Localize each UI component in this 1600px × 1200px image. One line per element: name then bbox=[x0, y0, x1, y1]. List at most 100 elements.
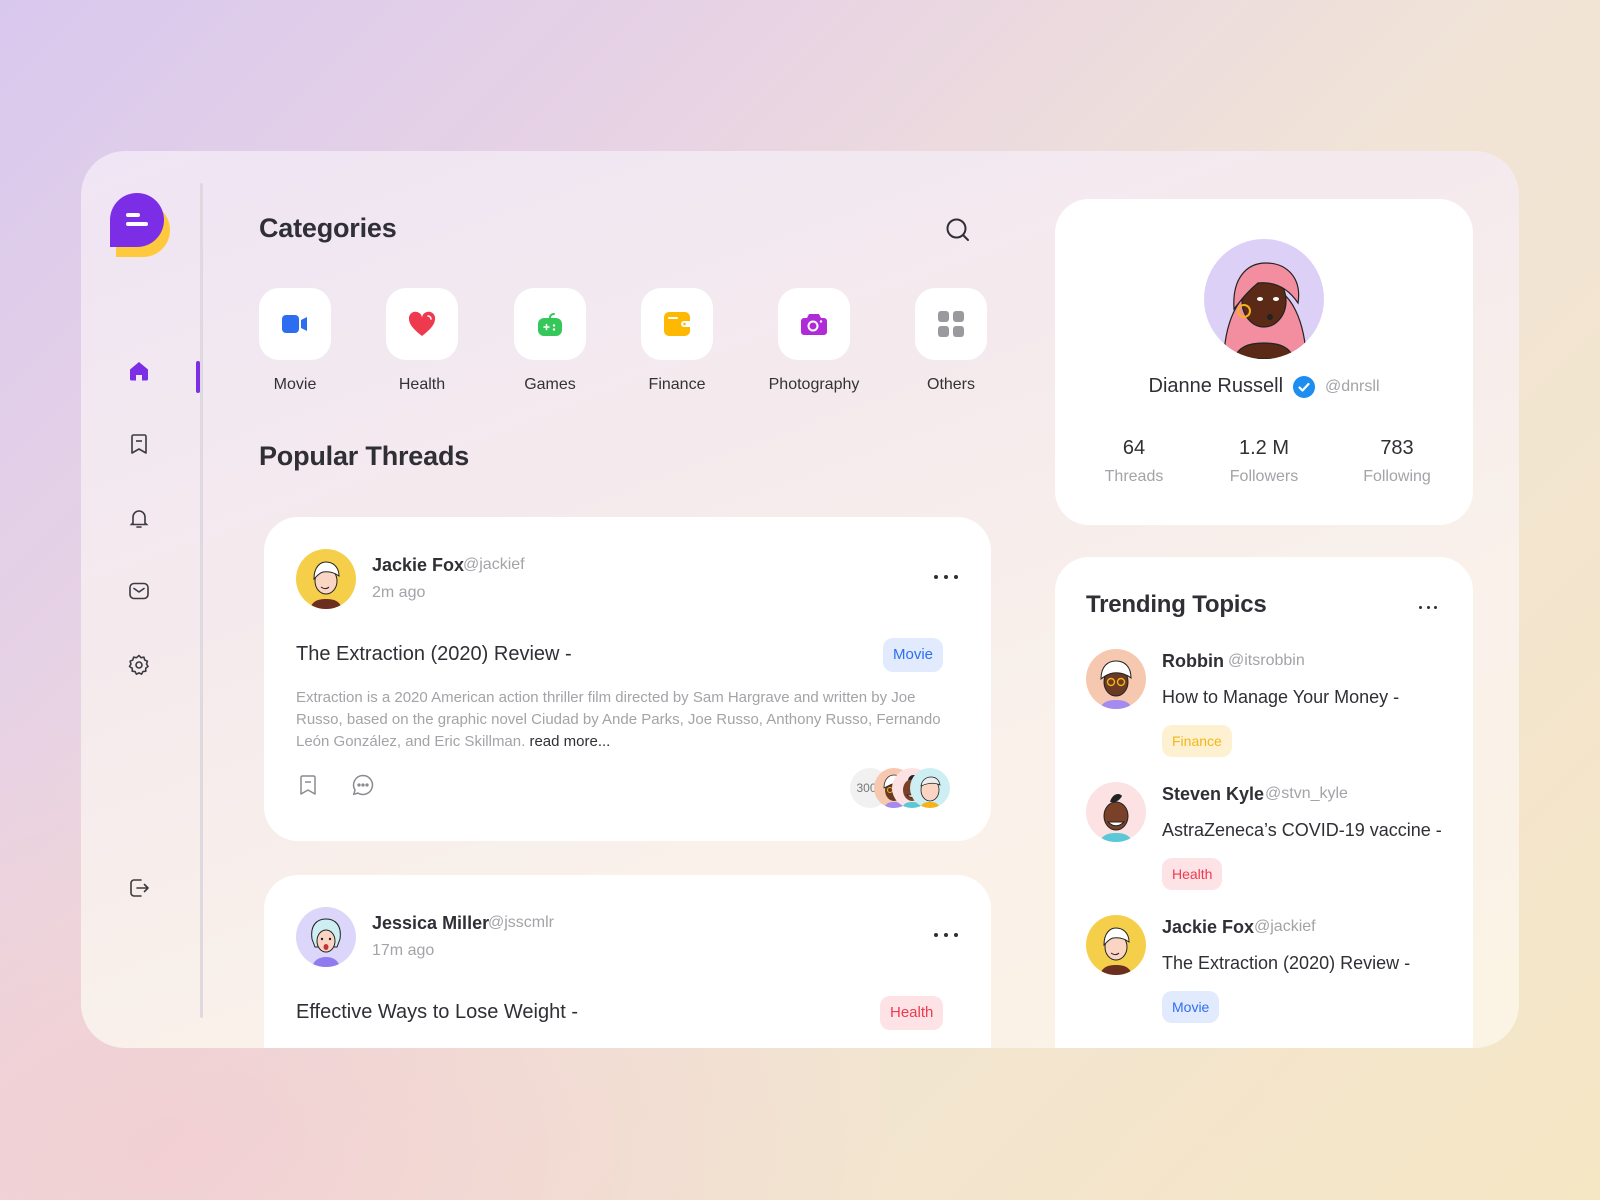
avatar[interactable] bbox=[296, 549, 356, 609]
sidebar-divider bbox=[200, 183, 203, 1018]
category-icon-box bbox=[915, 288, 987, 360]
trending-title: Trending Topics bbox=[1086, 591, 1267, 618]
post-body: Extraction is a 2020 American action thr… bbox=[296, 689, 941, 750]
author-handle: @jackief bbox=[1254, 918, 1316, 935]
author-handle: @jsscmlr bbox=[488, 914, 555, 931]
sidebar-item-messages[interactable] bbox=[125, 577, 153, 605]
category-icon-box bbox=[514, 288, 586, 360]
author-handle: @jackief bbox=[463, 556, 525, 573]
search-icon bbox=[946, 218, 969, 241]
main-content: Categories Movie Health Games Finance Ph… bbox=[259, 151, 994, 1048]
search-button[interactable] bbox=[944, 216, 972, 244]
category-label: Games bbox=[524, 376, 576, 393]
author-name[interactable]: Jessica Miller bbox=[372, 913, 489, 934]
stat-followers[interactable]: 1.2 M Followers bbox=[1204, 437, 1324, 486]
avatar-illustration bbox=[1223, 262, 1307, 359]
category-movie[interactable]: Movie bbox=[259, 288, 331, 393]
category-label: Photography bbox=[768, 376, 860, 393]
topic-title[interactable]: The Extraction (2020) Review - bbox=[1162, 953, 1410, 974]
author-handle: @stvn_kyle bbox=[1265, 785, 1348, 802]
topic-title[interactable]: How to Manage Your Money - bbox=[1162, 687, 1399, 708]
category-icon-box bbox=[259, 288, 331, 360]
participants-stack[interactable]: 300+ bbox=[850, 768, 950, 808]
category-label: Movie bbox=[273, 376, 317, 393]
avatar-illustration bbox=[1100, 660, 1132, 709]
bookmark-icon bbox=[131, 434, 147, 454]
category-games[interactable]: Games bbox=[514, 288, 586, 393]
category-others[interactable]: Others bbox=[915, 288, 987, 393]
author-name[interactable]: Jackie Fox bbox=[1162, 917, 1254, 938]
category-photography[interactable]: Photography bbox=[769, 288, 859, 393]
video-camera-icon bbox=[282, 315, 307, 333]
profile-avatar[interactable] bbox=[1204, 239, 1324, 359]
category-icon-box bbox=[778, 288, 850, 360]
gear-icon bbox=[128, 654, 149, 675]
category-icon-box bbox=[386, 288, 458, 360]
post-title[interactable]: The Extraction (2020) Review - bbox=[296, 643, 572, 666]
author-name[interactable]: Steven Kyle bbox=[1162, 784, 1264, 805]
home-icon bbox=[130, 362, 148, 381]
read-more-link[interactable]: read more... bbox=[529, 733, 610, 750]
category-tag[interactable]: Movie bbox=[1162, 991, 1220, 1023]
profile-card: Dianne Russell @dnrsll 64 Threads 1.2 M … bbox=[1055, 199, 1473, 525]
logout-button[interactable] bbox=[125, 874, 153, 902]
author-name[interactable]: Jackie Fox bbox=[372, 555, 464, 576]
post-time: 17m ago bbox=[372, 942, 435, 959]
category-tag[interactable]: Finance bbox=[1162, 725, 1232, 757]
categories-title: Categories bbox=[259, 213, 397, 243]
category-icon-box bbox=[641, 288, 713, 360]
bookmark-button[interactable] bbox=[296, 773, 320, 797]
mail-icon bbox=[129, 582, 149, 600]
trending-item[interactable]: Steven Kyle @stvn_kyle AstraZeneca’s COV… bbox=[1086, 782, 1466, 902]
topic-title[interactable]: AstraZeneca’s COVID-19 vaccine - bbox=[1162, 820, 1442, 841]
category-label: Others bbox=[926, 376, 976, 393]
avatar[interactable] bbox=[296, 907, 356, 967]
avatar[interactable] bbox=[1086, 915, 1146, 975]
avatar[interactable] bbox=[1086, 782, 1146, 842]
avatar-illustration bbox=[310, 561, 342, 609]
avatar-illustration bbox=[1100, 927, 1132, 975]
sidebar-item-bookmarks[interactable] bbox=[125, 430, 153, 458]
comment-icon bbox=[352, 774, 374, 796]
profile-name-row: Dianne Russell @dnrsll bbox=[1055, 375, 1473, 398]
trending-topics-card: Trending Topics Robbin @itsrobbin How to… bbox=[1055, 557, 1473, 1048]
avatar-illustration bbox=[311, 918, 341, 967]
more-options-button[interactable] bbox=[934, 572, 958, 582]
grid-icon bbox=[938, 311, 964, 337]
post-title[interactable]: Effective Ways to Lose Weight - bbox=[296, 1001, 578, 1024]
stat-following[interactable]: 783 Following bbox=[1337, 437, 1457, 486]
sidebar-item-notifications[interactable] bbox=[125, 504, 153, 532]
category-tag[interactable]: Movie bbox=[883, 638, 944, 672]
popular-threads-title: Popular Threads bbox=[259, 441, 470, 471]
author-handle: @itsrobbin bbox=[1228, 652, 1305, 669]
author-name[interactable]: Robbin bbox=[1162, 651, 1224, 672]
post-time: 2m ago bbox=[372, 584, 426, 601]
bookmark-icon bbox=[300, 775, 316, 795]
thread-card[interactable]: Jessica Miller @jsscmlr 17m ago Effectiv… bbox=[264, 875, 991, 1048]
category-label: Health bbox=[398, 376, 446, 393]
trending-more-button[interactable] bbox=[1419, 602, 1437, 612]
category-finance[interactable]: Finance bbox=[641, 288, 713, 393]
avatar-illustration bbox=[1100, 794, 1132, 842]
trending-item[interactable]: Jackie Fox @jackief The Extraction (2020… bbox=[1086, 915, 1466, 1035]
sidebar-item-settings[interactable] bbox=[125, 651, 153, 679]
category-health[interactable]: Health bbox=[386, 288, 458, 393]
category-tag[interactable]: Health bbox=[880, 996, 944, 1030]
thread-card[interactable]: Jackie Fox @jackief 2m ago The Extractio… bbox=[264, 517, 991, 841]
trending-item[interactable]: Robbin @itsrobbin How to Manage Your Mon… bbox=[1086, 649, 1466, 769]
wallet-icon bbox=[664, 312, 690, 336]
logout-icon bbox=[130, 879, 149, 897]
app-logo[interactable] bbox=[110, 193, 170, 257]
heart-icon bbox=[408, 311, 436, 336]
category-tag[interactable]: Health bbox=[1162, 858, 1223, 890]
bell-icon bbox=[129, 510, 149, 528]
app-window: Categories Movie Health Games Finance Ph… bbox=[81, 151, 1519, 1048]
more-options-button[interactable] bbox=[934, 930, 958, 940]
comment-button[interactable] bbox=[351, 773, 375, 797]
active-indicator bbox=[196, 361, 200, 393]
participant-avatar bbox=[910, 768, 950, 808]
sidebar-item-home[interactable] bbox=[125, 357, 153, 385]
avatar[interactable] bbox=[1086, 649, 1146, 709]
stat-threads[interactable]: 64 Threads bbox=[1074, 437, 1194, 486]
camera-icon bbox=[801, 314, 827, 335]
